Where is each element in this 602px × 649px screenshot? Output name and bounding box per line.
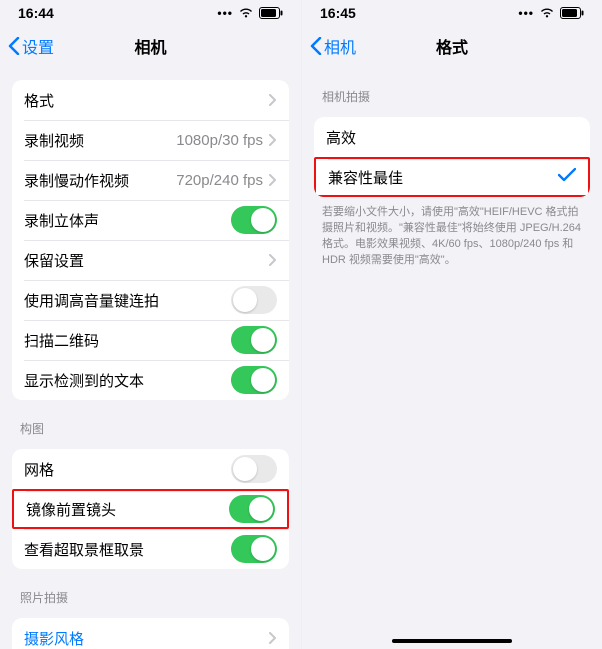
toggle[interactable] xyxy=(231,455,277,483)
back-button[interactable]: 相机 xyxy=(310,34,356,58)
nav-bar: 相机 格式 xyxy=(302,24,602,68)
settings-group-1: 格式录制视频1080p/30 fps录制慢动作视频720p/240 fps录制立… xyxy=(12,80,289,400)
toggle[interactable] xyxy=(231,535,277,563)
battery-icon xyxy=(560,7,584,19)
row-扫描二维码[interactable]: 扫描二维码 xyxy=(12,320,289,360)
row-detail: 720p/240 fps xyxy=(176,172,263,189)
back-button[interactable]: 设置 xyxy=(8,34,54,58)
row-网格[interactable]: 网格 xyxy=(12,449,289,489)
battery-icon xyxy=(259,7,283,19)
chevron-left-icon xyxy=(310,37,322,55)
cellular-icon: ••• xyxy=(518,6,534,20)
row-label: 录制立体声 xyxy=(24,210,231,231)
status-bar: 16:44 ••• xyxy=(0,0,301,24)
row-录制视频[interactable]: 录制视频1080p/30 fps xyxy=(12,120,289,160)
row-查看超取景框取景[interactable]: 查看超取景框取景 xyxy=(12,529,289,569)
row-label: 摄影风格 xyxy=(24,628,269,649)
status-time: 16:44 xyxy=(18,5,54,21)
toggle[interactable] xyxy=(231,286,277,314)
section-header-composition: 构图 xyxy=(12,400,289,443)
status-right: ••• xyxy=(217,6,283,20)
row-格式[interactable]: 格式 xyxy=(12,80,289,120)
chevron-left-icon xyxy=(8,37,20,55)
row-label: 兼容性最佳 xyxy=(328,167,558,188)
row-显示检测到的文本[interactable]: 显示检测到的文本 xyxy=(12,360,289,400)
row-录制慢动作视频[interactable]: 录制慢动作视频720p/240 fps xyxy=(12,160,289,200)
row-保留设置[interactable]: 保留设置 xyxy=(12,240,289,280)
row-录制立体声[interactable]: 录制立体声 xyxy=(12,200,289,240)
chevron-right-icon xyxy=(269,174,277,186)
row-label: 扫描二维码 xyxy=(24,330,231,351)
settings-group-3: 摄影风格 xyxy=(12,618,289,649)
toggle[interactable] xyxy=(231,366,277,394)
nav-bar: 设置 相机 xyxy=(0,24,301,68)
phone-right: 16:45 ••• 相机 格式 相机拍摄 高效兼容性最佳 若要缩小文件大小，请使… xyxy=(301,0,602,649)
status-time: 16:45 xyxy=(320,5,356,21)
status-bar: 16:45 ••• xyxy=(302,0,602,24)
settings-group-2: 网格镜像前置镜头查看超取景框取景 xyxy=(12,449,289,569)
status-right: ••• xyxy=(518,6,584,20)
row-label: 格式 xyxy=(24,90,269,111)
back-label: 设置 xyxy=(22,34,54,58)
row-label: 使用调高音量键连拍 xyxy=(24,290,231,311)
toggle[interactable] xyxy=(231,206,277,234)
chevron-right-icon xyxy=(269,134,277,146)
row-使用调高音量键连拍[interactable]: 使用调高音量键连拍 xyxy=(12,280,289,320)
checkmark-icon xyxy=(558,168,576,186)
row-label: 查看超取景框取景 xyxy=(24,539,231,560)
row-detail: 1080p/30 fps xyxy=(176,132,263,149)
wifi-icon xyxy=(238,7,254,19)
back-label: 相机 xyxy=(324,34,356,58)
cellular-icon: ••• xyxy=(217,6,233,20)
format-group: 高效兼容性最佳 xyxy=(314,117,590,197)
wifi-icon xyxy=(539,7,555,19)
chevron-right-icon xyxy=(269,94,277,106)
row-label: 录制视频 xyxy=(24,130,176,151)
row-label: 录制慢动作视频 xyxy=(24,170,176,191)
row-镜像前置镜头[interactable]: 镜像前置镜头 xyxy=(12,489,289,529)
phone-left: 16:44 ••• 设置 相机 格式录制视频1080p/30 fps录制慢动作视… xyxy=(0,0,301,649)
toggle[interactable] xyxy=(231,326,277,354)
row-label: 镜像前置镜头 xyxy=(26,499,229,520)
footer-text: 若要缩小文件大小，请使用"高效"HEIF/HEVC 格式拍摄照片和视频。"兼容性… xyxy=(314,197,590,269)
chevron-right-icon xyxy=(269,254,277,266)
row-高效[interactable]: 高效 xyxy=(314,117,590,157)
row-兼容性最佳[interactable]: 兼容性最佳 xyxy=(314,157,590,197)
toggle[interactable] xyxy=(229,495,275,523)
section-header-capture: 相机拍摄 xyxy=(314,68,590,111)
row-label: 网格 xyxy=(24,459,231,480)
row-label: 高效 xyxy=(326,127,578,148)
section-header-photo: 照片拍摄 xyxy=(12,569,289,612)
home-indicator[interactable] xyxy=(392,639,512,643)
row-label: 显示检测到的文本 xyxy=(24,370,231,391)
content: 格式录制视频1080p/30 fps录制慢动作视频720p/240 fps录制立… xyxy=(0,68,301,649)
content: 相机拍摄 高效兼容性最佳 若要缩小文件大小，请使用"高效"HEIF/HEVC 格… xyxy=(302,68,602,649)
chevron-right-icon xyxy=(269,632,277,644)
row-摄影风格[interactable]: 摄影风格 xyxy=(12,618,289,649)
row-label: 保留设置 xyxy=(24,250,269,271)
